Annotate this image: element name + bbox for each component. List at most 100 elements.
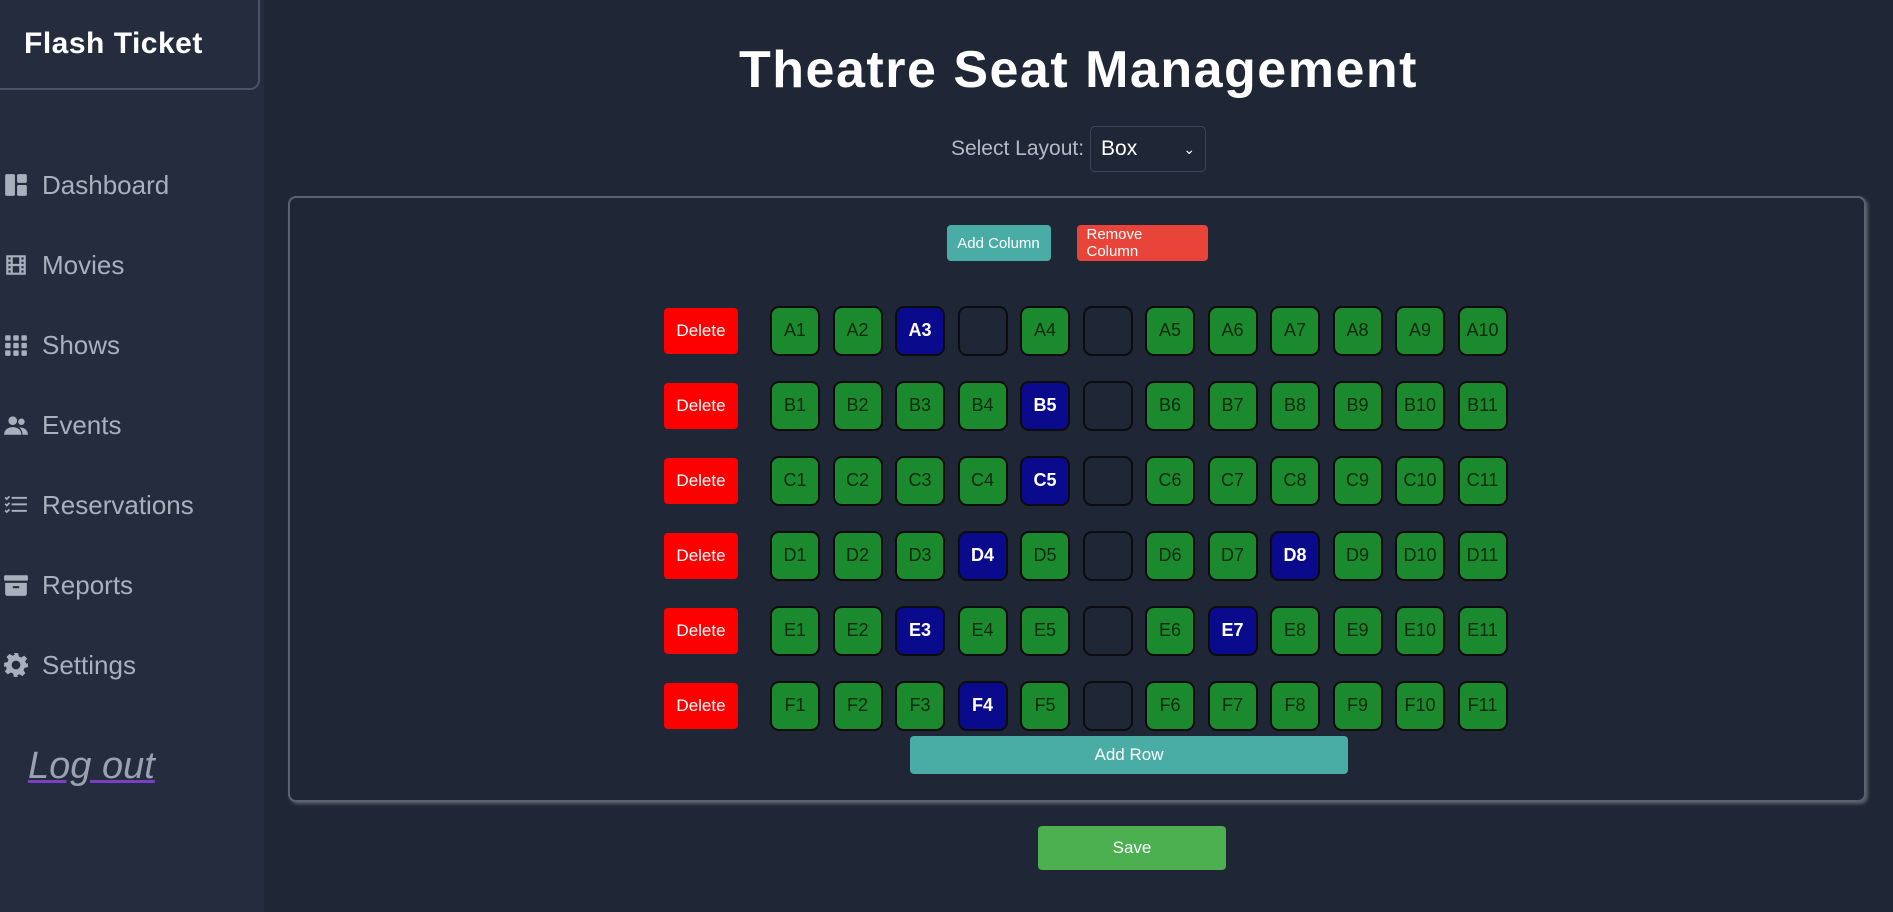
seat[interactable]: D7	[1207, 530, 1258, 581]
seat[interactable]: D1	[770, 530, 820, 581]
seat[interactable]: D6	[1145, 530, 1195, 581]
seat[interactable]: E7	[1207, 605, 1258, 656]
seat[interactable]: B1	[770, 380, 820, 431]
delete-row-button[interactable]: Delete	[664, 607, 738, 654]
seat[interactable]: C10	[1395, 455, 1445, 506]
seat-gap[interactable]	[1082, 680, 1133, 731]
seat[interactable]: B5	[1020, 380, 1070, 431]
seat-gap[interactable]	[1082, 605, 1133, 656]
seat-row: Delete A1 A2 A3 A4 A5 A6 A7 A8 A9 A10	[664, 293, 1520, 368]
seat[interactable]: F9	[1332, 680, 1383, 731]
seat[interactable]: A8	[1332, 305, 1383, 356]
seat-row: Delete E1 E2 E3 E4 E5 E6 E7 E8 E9 E10 E11	[664, 593, 1520, 668]
seat[interactable]: A2	[832, 305, 883, 356]
delete-row-button[interactable]: Delete	[664, 682, 738, 729]
seat[interactable]: F1	[770, 680, 820, 731]
add-row-button[interactable]: Add Row	[910, 736, 1348, 774]
seat[interactable]: C8	[1270, 455, 1320, 506]
seat-gap[interactable]	[957, 305, 1008, 356]
seat[interactable]: B3	[895, 380, 945, 431]
logout-link[interactable]: Log out	[28, 745, 155, 788]
seat[interactable]: B9	[1332, 380, 1383, 431]
delete-row-button[interactable]: Delete	[664, 532, 738, 579]
seat[interactable]: E1	[770, 605, 820, 656]
seat[interactable]: A1	[770, 305, 820, 356]
seat[interactable]: C7	[1207, 455, 1258, 506]
seat[interactable]: C3	[895, 455, 945, 506]
seat[interactable]: B6	[1145, 380, 1195, 431]
seat[interactable]: C4	[957, 455, 1008, 506]
sidebar-item-dashboard[interactable]: Dashboard	[0, 145, 264, 225]
sidebar-item-shows[interactable]: Shows	[0, 305, 264, 385]
seat[interactable]: F7	[1207, 680, 1258, 731]
seat[interactable]: E2	[832, 605, 883, 656]
seat[interactable]: F6	[1145, 680, 1195, 731]
seat[interactable]: B10	[1395, 380, 1445, 431]
seat[interactable]: E6	[1145, 605, 1195, 656]
seat[interactable]: A3	[895, 305, 945, 356]
seat[interactable]: C2	[832, 455, 883, 506]
sidebar-item-reports[interactable]: Reports	[0, 545, 264, 625]
seat[interactable]: C11	[1457, 455, 1508, 506]
seat[interactable]: F11	[1457, 680, 1508, 731]
seat[interactable]: D11	[1457, 530, 1508, 581]
seat[interactable]: F4	[957, 680, 1008, 731]
seat-row: Delete F1 F2 F3 F4 F5 F6 F7 F8 F9 F10 F11	[664, 668, 1520, 743]
seat[interactable]: B4	[957, 380, 1008, 431]
chevron-down-icon: ⌄	[1183, 140, 1196, 157]
sidebar-item-events[interactable]: Events	[0, 385, 264, 465]
seat[interactable]: C5	[1020, 455, 1070, 506]
seat[interactable]: A9	[1395, 305, 1445, 356]
seat[interactable]: A6	[1207, 305, 1258, 356]
seat[interactable]: F8	[1270, 680, 1320, 731]
seat[interactable]: E9	[1332, 605, 1383, 656]
seat[interactable]: C6	[1145, 455, 1195, 506]
seat[interactable]: E3	[895, 605, 945, 656]
seat[interactable]: D10	[1395, 530, 1445, 581]
seat[interactable]: E8	[1270, 605, 1320, 656]
remove-column-button[interactable]: Remove Column	[1076, 225, 1208, 261]
seat[interactable]: C1	[770, 455, 820, 506]
seat[interactable]: D9	[1332, 530, 1383, 581]
save-button[interactable]: Save	[1038, 826, 1226, 870]
seat[interactable]: B2	[832, 380, 883, 431]
seat[interactable]: C9	[1332, 455, 1383, 506]
seat[interactable]: A7	[1270, 305, 1320, 356]
seat[interactable]: D3	[895, 530, 945, 581]
delete-row-button[interactable]: Delete	[664, 382, 738, 429]
layout-select[interactable]: Box ⌄	[1090, 126, 1207, 172]
add-column-button[interactable]: Add Column	[946, 225, 1051, 261]
sidebar-item-movies[interactable]: Movies	[0, 225, 264, 305]
seat[interactable]: F2	[832, 680, 883, 731]
seat-gap[interactable]	[1082, 380, 1133, 431]
sidebar: Flash Ticket Dashboard Movies Shows Even…	[0, 0, 264, 912]
seat[interactable]: B11	[1457, 380, 1508, 431]
seat[interactable]: F10	[1395, 680, 1445, 731]
sidebar-item-reservations[interactable]: Reservations	[0, 465, 264, 545]
seat[interactable]: B7	[1207, 380, 1258, 431]
sidebar-item-settings[interactable]: Settings	[0, 625, 264, 705]
seat[interactable]: A4	[1020, 305, 1070, 356]
seat[interactable]: D8	[1270, 530, 1320, 581]
seat[interactable]: E5	[1020, 605, 1070, 656]
seat[interactable]: A10	[1457, 305, 1508, 356]
seat[interactable]: D5	[1020, 530, 1070, 581]
layout-select-value: Box	[1101, 137, 1138, 160]
seat[interactable]: E10	[1395, 605, 1445, 656]
delete-row-button[interactable]: Delete	[664, 457, 738, 504]
seat[interactable]: D2	[832, 530, 883, 581]
seat-gap[interactable]	[1082, 455, 1133, 506]
seat[interactable]: F3	[895, 680, 945, 731]
seat[interactable]: D4	[957, 530, 1008, 581]
main-content: Theatre Seat Management Select Layout: B…	[264, 0, 1893, 912]
seat[interactable]: A5	[1145, 305, 1195, 356]
seat[interactable]: E11	[1457, 605, 1508, 656]
seat-gap[interactable]	[1082, 530, 1133, 581]
seat[interactable]: B8	[1270, 380, 1320, 431]
seat[interactable]: E4	[957, 605, 1008, 656]
brand-logo[interactable]: Flash Ticket	[0, 0, 260, 90]
delete-row-button[interactable]: Delete	[664, 307, 738, 354]
seat-gap[interactable]	[1082, 305, 1133, 356]
people-icon	[2, 411, 30, 439]
seat[interactable]: F5	[1020, 680, 1070, 731]
